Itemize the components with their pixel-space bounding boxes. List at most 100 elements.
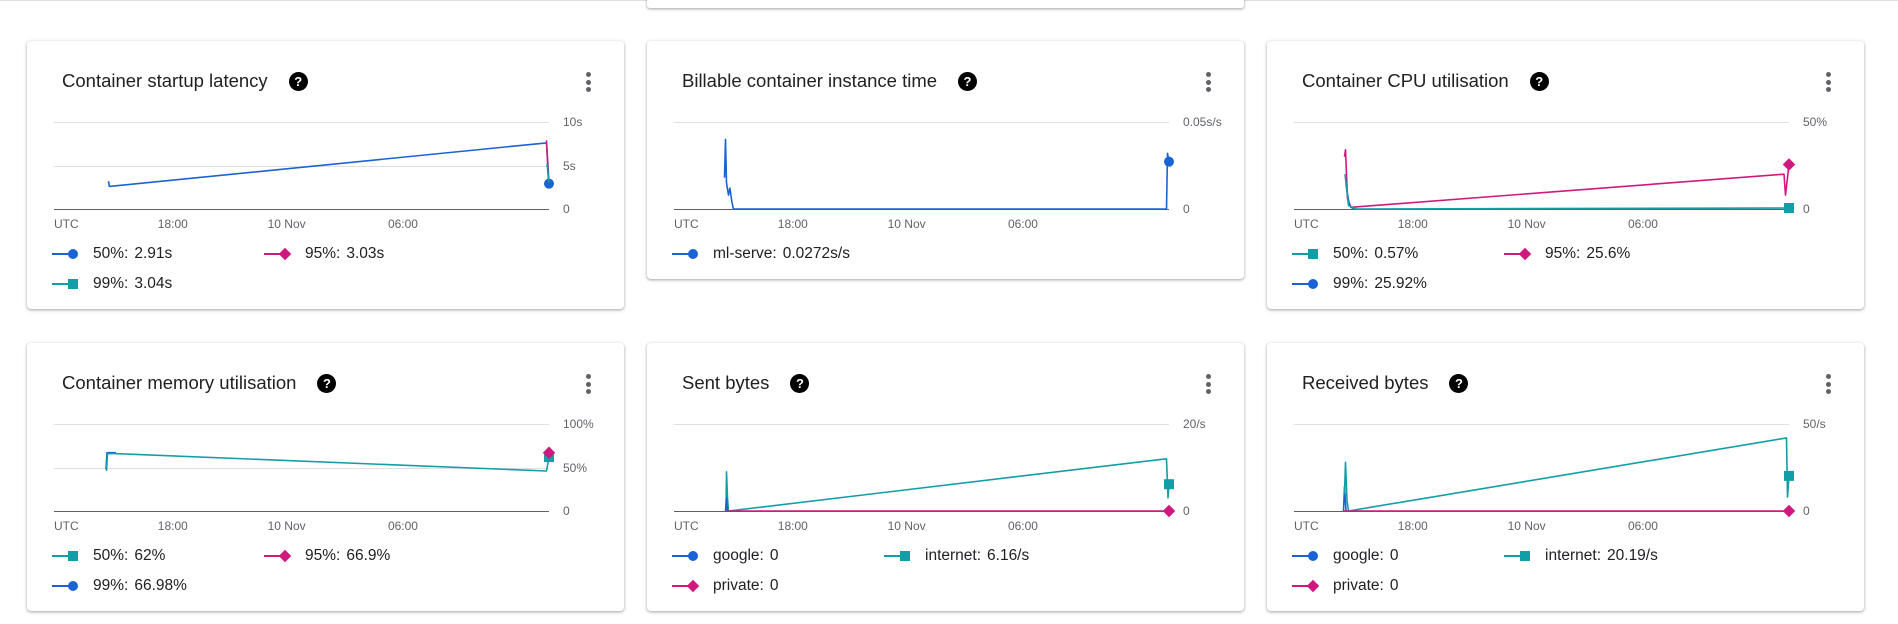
legend-marker xyxy=(1520,551,1530,561)
square-legend-icon xyxy=(884,551,910,561)
legend-marker xyxy=(686,579,700,593)
legend-item[interactable]: internet: 6.16/s xyxy=(883,541,1029,571)
legend-item[interactable]: 99%: 66.98% xyxy=(51,571,187,601)
y-tick-label: 50/s xyxy=(1803,417,1826,431)
chart-card: Container startup latency? 10s 5s 0 UTC 18:00… xyxy=(27,41,624,309)
y-tick-label: 0 xyxy=(1183,504,1190,518)
y-tick-label: 0 xyxy=(1183,202,1190,216)
y-tick-label: 100% xyxy=(563,417,594,431)
chart-card: Received bytes? 50/s 0 UTC 18:00 10 Nov 06:00 g… xyxy=(1267,343,1864,611)
legend-marker xyxy=(1308,249,1318,259)
card-above-edge xyxy=(647,0,1244,8)
x-tick-label: 06:00 xyxy=(388,217,418,231)
x-tick-label: 06:00 xyxy=(388,519,418,533)
chart-card: Container CPU utilisation? 50% 0 UTC 18:00 10… xyxy=(1267,41,1864,309)
legend-label: 95%: xyxy=(305,547,341,564)
y-tick-label: 20/s xyxy=(1183,417,1206,431)
chart-card: Sent bytes? 20/s 0 UTC 18:00 10 Nov 06:00 googl… xyxy=(647,343,1244,611)
series-end-marker xyxy=(1164,156,1174,167)
x-tick-label: 18:00 xyxy=(158,217,188,231)
legend-value: 0.0272s/s xyxy=(782,245,850,262)
legend-value: 3.04s xyxy=(134,275,173,292)
series-line xyxy=(1343,149,1790,209)
circle-legend-icon xyxy=(1292,279,1318,289)
legend-label: ml-serve: xyxy=(713,245,777,262)
x-tick-label: UTC xyxy=(54,217,79,231)
y-tick-label: 0 xyxy=(1803,202,1810,216)
legend-label: 95%: xyxy=(1545,245,1581,262)
y-tick-label: 10s xyxy=(563,115,582,129)
x-tick-label: UTC xyxy=(54,519,79,533)
legend-value: 0 xyxy=(1389,547,1399,564)
legend-item[interactable]: 95%: 3.03s xyxy=(263,239,384,269)
legend-item[interactable]: 50%: 0.57% xyxy=(1291,239,1418,269)
legend-marker xyxy=(688,249,698,259)
chart-card: Container memory utilisation? 100% 50% 0 UTC… xyxy=(27,343,624,611)
legend-label: 50%: xyxy=(93,245,129,262)
legend-value: 6.16/s xyxy=(987,547,1030,564)
x-tick-label: 18:00 xyxy=(778,519,808,533)
x-tick-label: 10 Nov xyxy=(1508,217,1546,231)
legend-marker xyxy=(68,249,78,259)
legend-item[interactable]: 50%: 2.91s xyxy=(51,239,172,269)
legend-marker xyxy=(68,279,78,289)
legend-value: 0 xyxy=(1389,577,1399,594)
legend-marker xyxy=(68,581,78,591)
legend-value: 25.6% xyxy=(1586,245,1631,262)
y-tick-label: 0 xyxy=(1803,504,1810,518)
series-end-marker xyxy=(1784,203,1794,214)
x-tick-label: 06:00 xyxy=(1008,519,1038,533)
legend-label: private: xyxy=(1333,577,1384,594)
legend-value: 0 xyxy=(769,547,779,564)
y-tick-label: 50% xyxy=(1803,115,1827,129)
circle-legend-icon xyxy=(672,551,698,561)
diamond-legend-icon xyxy=(264,549,292,563)
series-end-marker xyxy=(1162,504,1176,518)
square-legend-icon xyxy=(52,551,78,561)
x-tick-label: 10 Nov xyxy=(888,217,926,231)
legend-label: 50%: xyxy=(1333,245,1369,262)
legend-item[interactable]: 50%: 62% xyxy=(51,541,165,571)
legend-label: internet: xyxy=(1545,547,1602,564)
legend-value: 25.92% xyxy=(1374,275,1427,292)
legend-value: 3.03s xyxy=(346,245,385,262)
legend-value: 66.9% xyxy=(346,547,391,564)
legend-item[interactable]: google: 0 xyxy=(1291,541,1398,571)
circle-legend-icon xyxy=(52,581,78,591)
series-line xyxy=(725,458,1170,512)
diamond-legend-icon xyxy=(1292,579,1320,593)
legend-label: 50%: xyxy=(93,547,129,564)
x-tick-label: 06:00 xyxy=(1628,519,1658,533)
legend-item[interactable]: 95%: 66.9% xyxy=(263,541,390,571)
chart-plot: 10s 5s 0 UTC 18:00 10 Nov 06:00 xyxy=(54,115,582,231)
x-tick-label: 18:00 xyxy=(1398,217,1428,231)
legend-value: 2.91s xyxy=(134,245,173,262)
series-line xyxy=(107,142,550,188)
legend-item[interactable]: google: 0 xyxy=(671,541,778,571)
legend-item[interactable]: 99%: 25.92% xyxy=(1291,269,1427,299)
legend-marker xyxy=(1306,579,1320,593)
series-end-marker xyxy=(1782,504,1796,518)
x-tick-label: 06:00 xyxy=(1008,217,1038,231)
diamond-legend-icon xyxy=(1504,247,1532,261)
legend-item[interactable]: 95%: 25.6% xyxy=(1503,239,1630,269)
legend-item[interactable]: 99%: 3.04s xyxy=(51,269,172,299)
legend-marker xyxy=(688,551,698,561)
legend-label: 99%: xyxy=(93,275,129,292)
series-line xyxy=(723,138,1170,210)
legend-label: google: xyxy=(713,547,764,564)
chart-plot: 50% 0 UTC 18:00 10 Nov 06:00 xyxy=(1294,115,1827,231)
legend-marker xyxy=(1308,551,1318,561)
y-tick-label: 5s xyxy=(563,159,576,173)
legend-item[interactable]: ml-serve: 0.0272s/s xyxy=(671,239,850,269)
circle-legend-icon xyxy=(1292,551,1318,561)
circle-legend-icon xyxy=(52,249,78,259)
x-tick-label: 10 Nov xyxy=(268,217,306,231)
legend-item[interactable]: private: 0 xyxy=(671,571,778,601)
legend-item[interactable]: internet: 20.19/s xyxy=(1503,541,1658,571)
legend-marker xyxy=(278,549,292,563)
legend-item[interactable]: private: 0 xyxy=(1291,571,1398,601)
chart-plot: 0.05s/s 0 UTC 18:00 10 Nov 06:00 xyxy=(674,115,1222,231)
legend-marker xyxy=(1308,279,1318,289)
x-tick-label: 06:00 xyxy=(1628,217,1658,231)
